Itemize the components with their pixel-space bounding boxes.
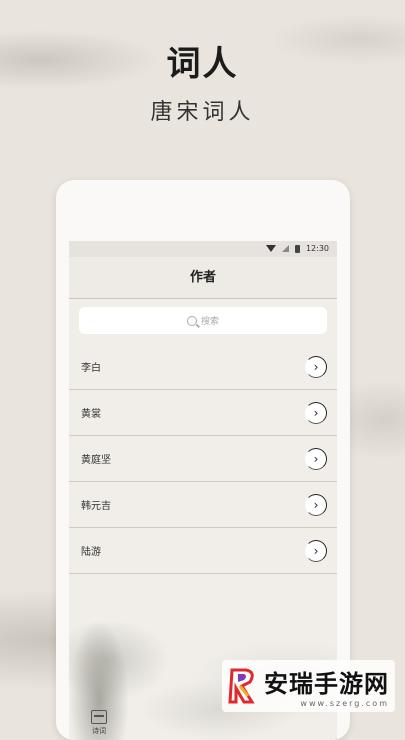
book-icon	[91, 710, 107, 724]
promo-subtitle: 唐宋词人	[150, 100, 255, 125]
phone-frame: 12:30 作者 搜索 李白 › 黄裳 › 黄庭坚 › 韩元吉 › 诗词	[56, 180, 350, 740]
poet-name: 黄裳	[81, 409, 101, 420]
poet-name: 李白	[81, 363, 101, 374]
watermark: 安瑞手游网 www.szerg.com	[222, 660, 395, 712]
chevron-right-icon[interactable]: ›	[305, 493, 327, 516]
tab-poems[interactable]: 诗词	[69, 706, 129, 740]
watermark-logo-icon	[228, 668, 255, 704]
signal-icon	[281, 245, 289, 252]
page-title: 作者	[69, 257, 337, 299]
battery-icon	[294, 244, 300, 253]
chevron-right-icon[interactable]: ›	[305, 447, 327, 470]
search-placeholder: 搜索	[200, 317, 219, 327]
list-item-poet[interactable]: 黄庭坚 ›	[69, 436, 337, 482]
list-item-poet[interactable]: 黄裳 ›	[69, 390, 337, 436]
poet-list: 李白 › 黄裳 › 黄庭坚 › 韩元吉 › 陆游 ›	[69, 344, 337, 574]
watermark-name: 安瑞手游网	[264, 670, 389, 698]
chevron-right-icon[interactable]: ›	[305, 401, 327, 424]
tab-label: 诗词	[92, 727, 106, 735]
list-item-poet[interactable]: 韩元吉 ›	[69, 482, 337, 528]
search-icon	[186, 315, 197, 326]
list-item-poet[interactable]: 李白 ›	[69, 344, 337, 390]
search-input[interactable]: 搜索	[79, 307, 327, 334]
poet-name: 韩元吉	[81, 501, 111, 512]
watermark-url: www.szerg.com	[300, 699, 389, 708]
wifi-icon	[265, 245, 276, 252]
status-bar: 12:30	[69, 241, 337, 257]
chevron-right-icon[interactable]: ›	[305, 355, 327, 378]
promo-title: 词人	[166, 44, 239, 84]
poet-name: 黄庭坚	[81, 455, 111, 466]
status-time: 12:30	[305, 244, 329, 253]
